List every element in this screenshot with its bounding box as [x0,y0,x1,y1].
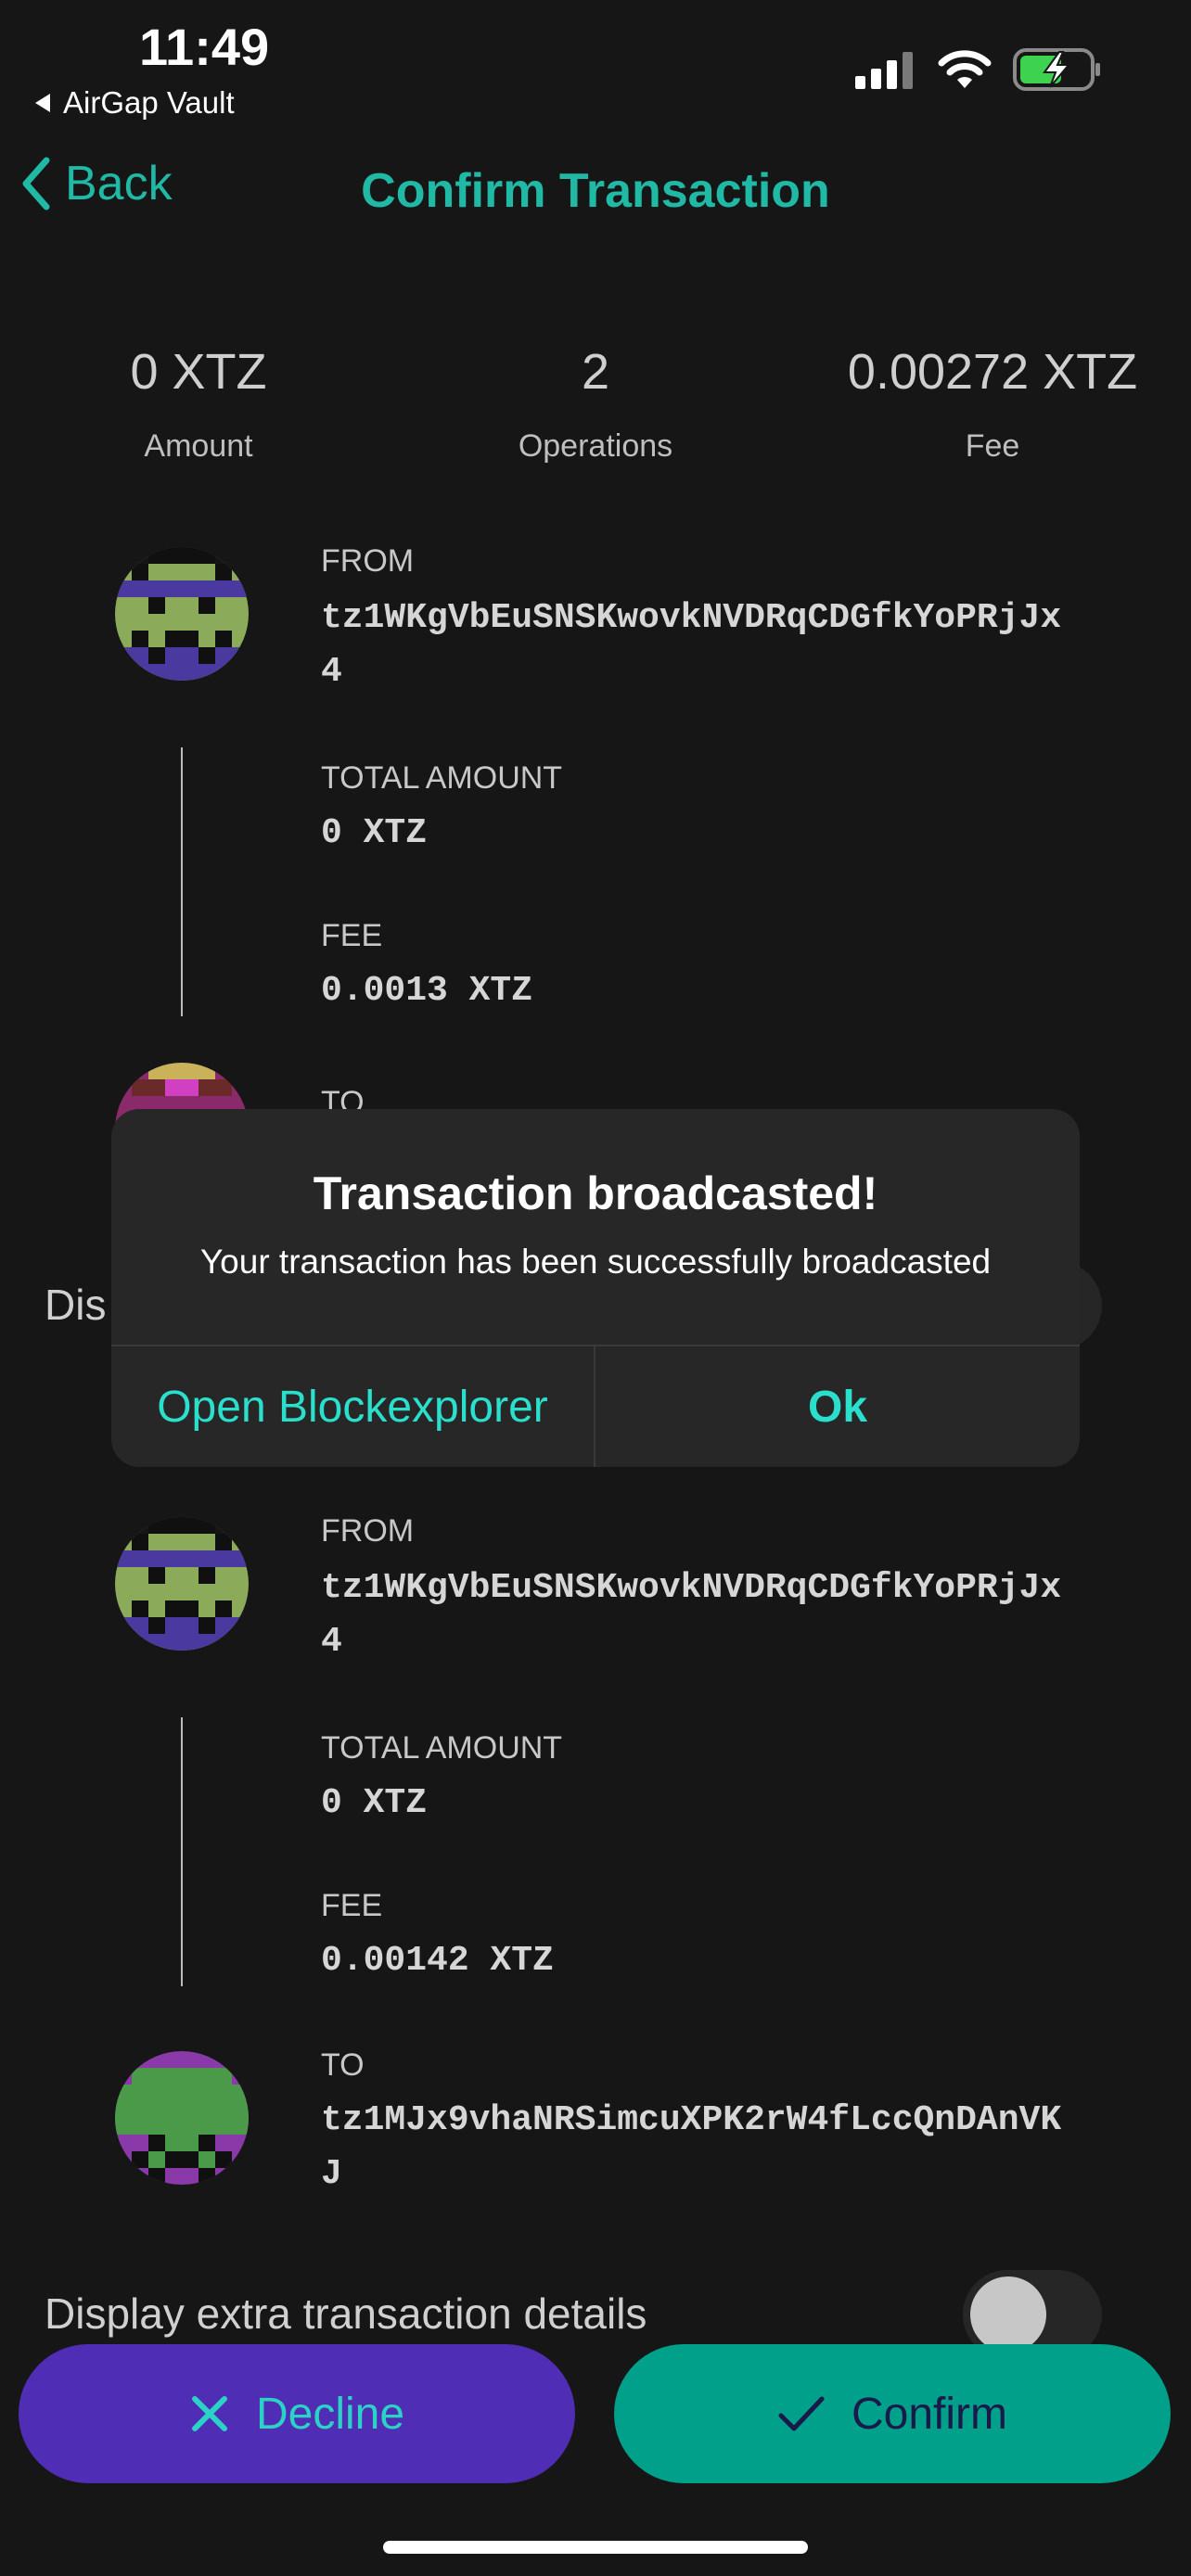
op2-total-amount-label: TOTAL AMOUNT [321,1730,563,1766]
summary-operations: 2 Operations [397,343,794,465]
op2-fee-value: 0.00142 XTZ [321,1941,554,1981]
wifi-icon [938,50,992,88]
op2-connector-line [181,1717,183,1986]
ok-button[interactable]: Ok [596,1346,1080,1467]
confirm-label: Confirm [851,2389,1008,2439]
op2-from-address-line2: 4 [321,1622,342,1662]
status-icons [855,48,1102,91]
op1-fee-label: FEE [321,918,383,953]
fee-value: 0.00272 XTZ [847,344,1138,400]
from-identicon-avatar-2 [115,1517,249,1651]
signal-icon [855,52,913,89]
op1-connector-line [181,747,183,1016]
amount-value: 0 XTZ [130,344,267,400]
confirm-button[interactable]: Confirm [614,2344,1171,2483]
transaction-summary: 0 XTZ Amount 2 Operations 0.00272 XTZ Fe… [0,343,1191,465]
back-triangle-icon [35,94,50,112]
op1-total-amount-value: 0 XTZ [321,813,428,853]
checkmark-icon [778,2396,825,2431]
open-blockexplorer-button[interactable]: Open Blockexplorer [111,1346,594,1467]
op2-to-address-line1: tz1MJx9vhaNRSimcuXPK2rW4fLccQnDAnVK [321,2100,1062,2140]
page-title: Confirm Transaction [361,164,830,218]
op1-from-address-line1: tz1WKgVbEuSNSKwovkNVDRqCDGfkYoPRjJx [321,598,1062,638]
close-icon [191,2396,227,2431]
op2-from-address: tz1WKgVbEuSNSKwovkNVDRqCDGfkYoPRjJx 4 [321,1562,1061,1669]
broadcast-alert-dialog: Transaction broadcasted! Your transactio… [111,1109,1080,1467]
toggle-knob [970,2276,1046,2353]
summary-fee: 0.00272 XTZ Fee [794,343,1191,465]
op2-from-label: FROM [321,1513,415,1549]
op1-from-address: tz1WKgVbEuSNSKwovkNVDRqCDGfkYoPRjJx 4 [321,592,1061,699]
op1-fee-value: 0.0013 XTZ [321,971,533,1011]
op1-from-address-line2: 4 [321,652,342,692]
home-indicator[interactable] [383,2541,808,2554]
op2-total-amount-value: 0 XTZ [321,1783,428,1823]
alert-title: Transaction broadcasted! [313,1167,878,1219]
decline-label: Decline [255,2389,405,2439]
to-identicon-avatar-2 [115,2051,249,2185]
decline-button[interactable]: Decline [19,2344,575,2483]
op2-to-label: TO [321,2047,365,2083]
operations-label: Operations [518,428,673,464]
op1-from-label: FROM [321,543,415,579]
op2-from-address-line1: tz1WKgVbEuSNSKwovkNVDRqCDGfkYoPRjJx [321,1568,1062,1608]
from-identicon-avatar [115,547,249,681]
back-to-app-link[interactable]: AirGap Vault [33,85,235,121]
back-app-label: AirGap Vault [63,85,235,120]
operations-value: 2 [581,344,610,400]
amount-label: Amount [144,428,253,464]
partial-toggle-label: Dis [45,1281,107,1329]
status-time: 11:49 [139,18,270,76]
op1-total-amount-label: TOTAL AMOUNT [321,760,563,796]
op2-fee-label: FEE [321,1888,383,1923]
summary-amount: 0 XTZ Amount [0,343,397,465]
op2-to-address: tz1MJx9vhaNRSimcuXPK2rW4fLccQnDAnVK J [321,2094,1061,2201]
alert-message: Your transaction has been successfully b… [199,1243,992,1281]
op2-to-address-line2: J [321,2154,342,2194]
battery-charging-icon [1013,48,1100,91]
extra-details-label: Display extra transaction details [45,2289,647,2338]
fee-label: Fee [965,428,1020,464]
